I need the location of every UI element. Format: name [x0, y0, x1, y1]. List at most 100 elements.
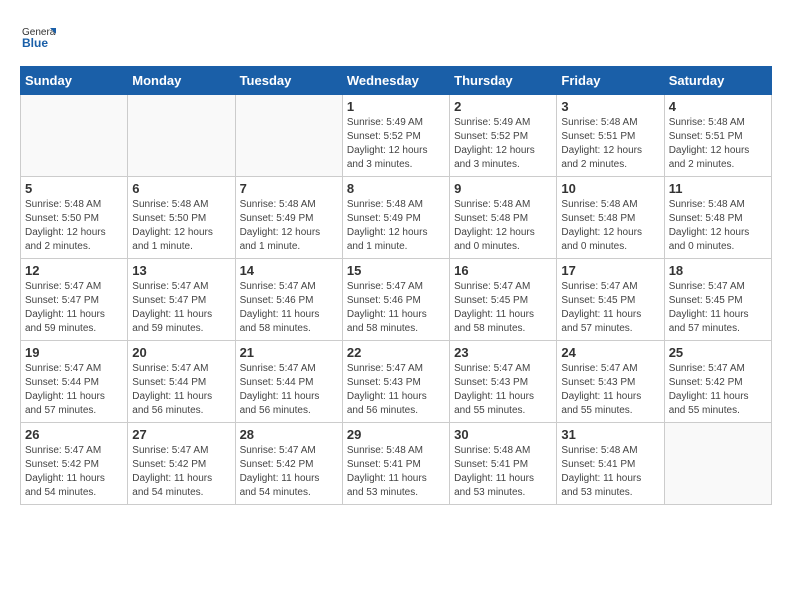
- day-number: 30: [454, 427, 552, 442]
- day-number: 12: [25, 263, 123, 278]
- day-info: Sunrise: 5:47 AM Sunset: 5:44 PM Dayligh…: [25, 362, 123, 418]
- calendar-cell: 31 Sunrise: 5:48 AM Sunset: 5:41 PM Dayli…: [557, 423, 664, 505]
- day-number: 8: [347, 181, 445, 196]
- calendar-cell: 6 Sunrise: 5:48 AM Sunset: 5:50 PM Daylig…: [128, 177, 235, 259]
- calendar-header-row: SundayMondayTuesdayWednesdayThursdayFrid…: [21, 67, 772, 95]
- calendar-week-row: 19 Sunrise: 5:47 AM Sunset: 5:44 PM Dayli…: [21, 341, 772, 423]
- day-number: 22: [347, 345, 445, 360]
- day-info: Sunrise: 5:48 AM Sunset: 5:41 PM Dayligh…: [561, 444, 659, 500]
- calendar-cell: 24 Sunrise: 5:47 AM Sunset: 5:43 PM Dayli…: [557, 341, 664, 423]
- calendar-cell: 13Sunrise: 5:47 AM Sunset: 5:47 PM Dayli…: [128, 259, 235, 341]
- day-number: 6: [132, 181, 230, 196]
- svg-text:Blue: Blue: [22, 36, 48, 50]
- day-info: Sunrise: 5:48 AM Sunset: 5:50 PM Dayligh…: [25, 198, 123, 254]
- calendar-table: SundayMondayTuesdayWednesdayThursdayFrid…: [20, 66, 772, 505]
- day-info: Sunrise: 5:47 AM Sunset: 5:42 PM Dayligh…: [132, 444, 230, 500]
- calendar-cell: 26 Sunrise: 5:47 AM Sunset: 5:42 PM Dayli…: [21, 423, 128, 505]
- calendar-cell: [664, 423, 771, 505]
- day-info: Sunrise: 5:47 AM Sunset: 5:47 PM Dayligh…: [25, 280, 123, 336]
- day-info: Sunrise: 5:47 AM Sunset: 5:46 PM Dayligh…: [240, 280, 338, 336]
- day-number: 23: [454, 345, 552, 360]
- day-info: Sunrise: 5:48 AM Sunset: 5:51 PM Dayligh…: [669, 116, 767, 172]
- day-number: 5: [25, 181, 123, 196]
- calendar-cell: 2Sunrise: 5:49 AM Sunset: 5:52 PM Daylig…: [450, 95, 557, 177]
- day-number: 31: [561, 427, 659, 442]
- calendar-cell: 29Sunrise: 5:48 AM Sunset: 5:41 PM Dayli…: [342, 423, 449, 505]
- calendar-week-row: 12 Sunrise: 5:47 AM Sunset: 5:47 PM Dayli…: [21, 259, 772, 341]
- day-info: Sunrise: 5:47 AM Sunset: 5:45 PM Dayligh…: [669, 280, 767, 336]
- calendar-cell: 19 Sunrise: 5:47 AM Sunset: 5:44 PM Dayli…: [21, 341, 128, 423]
- day-number: 17: [561, 263, 659, 278]
- day-info: Sunrise: 5:48 AM Sunset: 5:50 PM Dayligh…: [132, 198, 230, 254]
- day-number: 25: [669, 345, 767, 360]
- day-number: 9: [454, 181, 552, 196]
- day-number: 4: [669, 99, 767, 114]
- day-info: Sunrise: 5:47 AM Sunset: 5:46 PM Dayligh…: [347, 280, 445, 336]
- day-info: Sunrise: 5:47 AM Sunset: 5:43 PM Dayligh…: [454, 362, 552, 418]
- day-info: Sunrise: 5:47 AM Sunset: 5:43 PM Dayligh…: [561, 362, 659, 418]
- calendar-cell: 21 Sunrise: 5:47 AM Sunset: 5:44 PM Dayli…: [235, 341, 342, 423]
- day-number: 16: [454, 263, 552, 278]
- calendar-cell: 28 Sunrise: 5:47 AM Sunset: 5:42 PM Dayli…: [235, 423, 342, 505]
- day-info: Sunrise: 5:48 AM Sunset: 5:41 PM Dayligh…: [454, 444, 552, 500]
- calendar-cell: 17Sunrise: 5:47 AM Sunset: 5:45 PM Dayli…: [557, 259, 664, 341]
- day-number: 7: [240, 181, 338, 196]
- calendar-week-row: 1Sunrise: 5:49 AM Sunset: 5:52 PM Daylig…: [21, 95, 772, 177]
- day-info: Sunrise: 5:49 AM Sunset: 5:52 PM Dayligh…: [347, 116, 445, 172]
- calendar-cell: 11 Sunrise: 5:48 AM Sunset: 5:48 PM Dayli…: [664, 177, 771, 259]
- day-number: 29: [347, 427, 445, 442]
- calendar-cell: 8 Sunrise: 5:48 AM Sunset: 5:49 PM Daylig…: [342, 177, 449, 259]
- day-number: 21: [240, 345, 338, 360]
- calendar-cell: [128, 95, 235, 177]
- day-number: 24: [561, 345, 659, 360]
- calendar-cell: 12 Sunrise: 5:47 AM Sunset: 5:47 PM Dayli…: [21, 259, 128, 341]
- calendar-cell: 18 Sunrise: 5:47 AM Sunset: 5:45 PM Dayli…: [664, 259, 771, 341]
- day-number: 18: [669, 263, 767, 278]
- day-info: Sunrise: 5:47 AM Sunset: 5:42 PM Dayligh…: [669, 362, 767, 418]
- calendar-cell: 14 Sunrise: 5:47 AM Sunset: 5:46 PM Dayli…: [235, 259, 342, 341]
- calendar-cell: 4 Sunrise: 5:48 AM Sunset: 5:51 PM Daylig…: [664, 95, 771, 177]
- calendar-cell: 1Sunrise: 5:49 AM Sunset: 5:52 PM Daylig…: [342, 95, 449, 177]
- calendar-day-header: Tuesday: [235, 67, 342, 95]
- day-number: 28: [240, 427, 338, 442]
- day-info: Sunrise: 5:47 AM Sunset: 5:42 PM Dayligh…: [240, 444, 338, 500]
- day-number: 3: [561, 99, 659, 114]
- calendar-week-row: 26 Sunrise: 5:47 AM Sunset: 5:42 PM Dayli…: [21, 423, 772, 505]
- day-info: Sunrise: 5:47 AM Sunset: 5:43 PM Dayligh…: [347, 362, 445, 418]
- calendar-day-header: Sunday: [21, 67, 128, 95]
- calendar-cell: [21, 95, 128, 177]
- calendar-day-header: Saturday: [664, 67, 771, 95]
- day-info: Sunrise: 5:47 AM Sunset: 5:45 PM Dayligh…: [454, 280, 552, 336]
- calendar-cell: 20Sunrise: 5:47 AM Sunset: 5:44 PM Dayli…: [128, 341, 235, 423]
- calendar-cell: 16 Sunrise: 5:47 AM Sunset: 5:45 PM Dayli…: [450, 259, 557, 341]
- day-number: 13: [132, 263, 230, 278]
- day-info: Sunrise: 5:47 AM Sunset: 5:42 PM Dayligh…: [25, 444, 123, 500]
- calendar-day-header: Friday: [557, 67, 664, 95]
- page-header: General Blue: [20, 20, 772, 56]
- day-info: Sunrise: 5:47 AM Sunset: 5:44 PM Dayligh…: [240, 362, 338, 418]
- day-info: Sunrise: 5:48 AM Sunset: 5:48 PM Dayligh…: [669, 198, 767, 254]
- day-info: Sunrise: 5:48 AM Sunset: 5:48 PM Dayligh…: [561, 198, 659, 254]
- day-info: Sunrise: 5:48 AM Sunset: 5:49 PM Dayligh…: [240, 198, 338, 254]
- day-number: 14: [240, 263, 338, 278]
- day-info: Sunrise: 5:48 AM Sunset: 5:49 PM Dayligh…: [347, 198, 445, 254]
- day-number: 15: [347, 263, 445, 278]
- logo-icon: General Blue: [20, 20, 56, 56]
- calendar-cell: 27Sunrise: 5:47 AM Sunset: 5:42 PM Dayli…: [128, 423, 235, 505]
- logo: General Blue: [20, 20, 56, 56]
- calendar-cell: 15 Sunrise: 5:47 AM Sunset: 5:46 PM Dayli…: [342, 259, 449, 341]
- day-number: 19: [25, 345, 123, 360]
- calendar-cell: 3Sunrise: 5:48 AM Sunset: 5:51 PM Daylig…: [557, 95, 664, 177]
- day-number: 2: [454, 99, 552, 114]
- calendar-week-row: 5 Sunrise: 5:48 AM Sunset: 5:50 PM Daylig…: [21, 177, 772, 259]
- calendar-cell: 30 Sunrise: 5:48 AM Sunset: 5:41 PM Dayli…: [450, 423, 557, 505]
- calendar-cell: 22 Sunrise: 5:47 AM Sunset: 5:43 PM Dayli…: [342, 341, 449, 423]
- day-number: 20: [132, 345, 230, 360]
- day-number: 26: [25, 427, 123, 442]
- calendar-cell: 5 Sunrise: 5:48 AM Sunset: 5:50 PM Daylig…: [21, 177, 128, 259]
- day-number: 11: [669, 181, 767, 196]
- day-info: Sunrise: 5:48 AM Sunset: 5:48 PM Dayligh…: [454, 198, 552, 254]
- calendar-cell: 7 Sunrise: 5:48 AM Sunset: 5:49 PM Daylig…: [235, 177, 342, 259]
- calendar-day-header: Monday: [128, 67, 235, 95]
- calendar-day-header: Wednesday: [342, 67, 449, 95]
